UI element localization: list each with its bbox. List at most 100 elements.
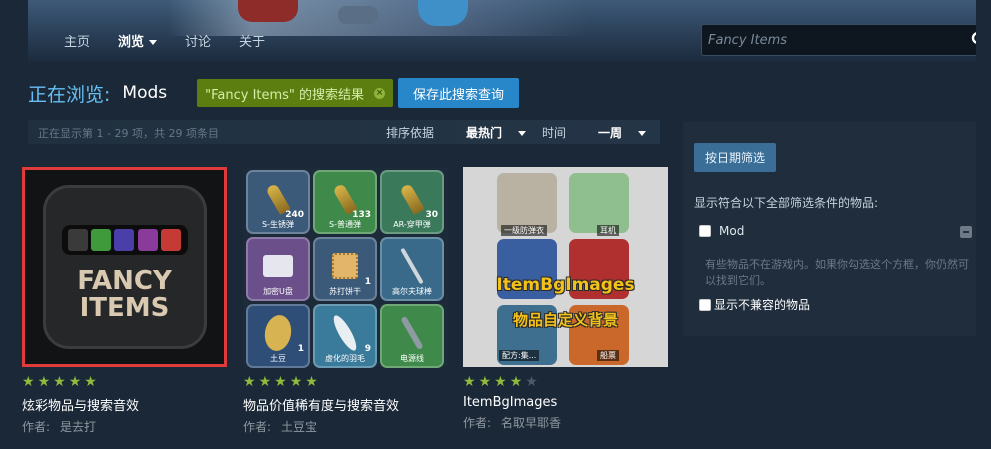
result-count: 正在显示第 1 - 29 项，共 29 项条目 — [38, 127, 219, 140]
slot-name: S-生锈弹 — [262, 220, 294, 229]
star-icon: ★ — [525, 374, 538, 390]
inventory-slot: 电源线 — [380, 304, 444, 368]
header-banner: 主页 浏览 讨论 关于 — [28, 0, 976, 62]
inventory-slot: 1 土豆 — [246, 304, 310, 368]
slot-name: 加密U盘 — [263, 287, 293, 296]
save-query-button[interactable]: 保存此搜索查询 — [398, 78, 520, 108]
inventory-slot: 240 S-生锈弹 — [246, 170, 310, 234]
feather-icon — [329, 312, 361, 354]
star-icon: ★ — [84, 374, 97, 390]
star-icon: ★ — [274, 374, 287, 390]
slot-name: 虚化的羽毛 — [325, 354, 365, 363]
nav-discussions[interactable]: 讨论 — [177, 27, 219, 54]
filter-note: 有些物品不在游戏内。如果你勾选这个方框，你仍然可以找到它们。 — [705, 258, 969, 287]
search-tag: "Fancy Items" 的搜索结果 × — [197, 79, 394, 107]
bullet-icon — [399, 183, 425, 215]
mod-checkbox[interactable] — [699, 225, 711, 237]
color-swatch — [91, 229, 112, 251]
slot-name: 苏打饼干 — [329, 287, 361, 296]
workshop-item[interactable]: 一级防弹衣 耳机 配方:集... 船票 ItemBgImages 物品自定义背景… — [463, 167, 668, 431]
nav-browse[interactable]: 浏览 — [110, 27, 165, 54]
rating-stars: ★ ★ ★ ★ ★ — [463, 375, 668, 389]
workshop-item[interactable]: 240 S-生锈弹 133 S-普通弹 30 AR-穿甲弹加密U盘 1 苏打饼干 高尔夫球棒 1 土… — [243, 167, 448, 435]
sort-dropdown[interactable]: 最热门 — [450, 124, 526, 141]
usb-icon — [260, 249, 297, 283]
slot-name: S-普通弹 — [329, 220, 361, 229]
inventory-slot: 30 AR-穿甲弹 — [380, 170, 444, 234]
search-tag-label: "Fancy Items" 的搜索结果 — [205, 87, 365, 103]
banner-shape — [418, 0, 468, 26]
author-name[interactable]: 是去打 — [60, 420, 96, 434]
star-icon: ★ — [243, 374, 256, 390]
item-thumbnail[interactable]: FANCY ITEMS — [22, 167, 227, 367]
inventory-slot: 高尔夫球棒 — [380, 237, 444, 301]
golf-club-icon — [400, 247, 424, 285]
chevron-down-icon — [638, 131, 646, 136]
star-icon: ★ — [68, 374, 82, 390]
star-icon: ★ — [305, 374, 318, 390]
nav-about[interactable]: 关于 — [231, 27, 273, 54]
author-label: 作者: — [22, 420, 51, 434]
star-icon: ★ — [22, 374, 35, 390]
incompatible-label: 显示不兼容的物品 — [714, 298, 811, 312]
author-name[interactable]: 土豆宝 — [281, 420, 317, 434]
filter-panel: 按日期筛选 显示符合以下全部筛选条件的物品: Mod 有些物品不在游戏内。如果你… — [683, 122, 976, 336]
remove-tag-icon[interactable]: × — [374, 87, 386, 99]
sort-bar: 正在显示第 1 - 29 项，共 29 项条目 排序依据 最热门 时间 一周 — [28, 120, 660, 144]
inventory-slot: 加密U盘 — [246, 237, 310, 301]
sort-value: 最热门 — [465, 126, 502, 140]
star-icon: ★ — [258, 374, 272, 390]
item-cell — [497, 173, 557, 233]
item-title[interactable]: 物品价值稀有度与搜索音效 — [243, 395, 448, 414]
cell-label: 耳机 — [597, 225, 619, 236]
banner-shape — [238, 0, 298, 22]
inventory-slot: 133 S-普通弹 — [313, 170, 377, 234]
logo-text: FANCY ITEMS — [46, 268, 204, 322]
item-author: 作者: 名取早耶香 — [463, 414, 668, 431]
author-label: 作者: — [243, 420, 272, 434]
search-box — [701, 24, 976, 56]
cell-label: 船票 — [597, 350, 619, 361]
time-dropdown[interactable]: 一周 — [582, 124, 646, 141]
inventory-slot: 1 苏打饼干 — [313, 237, 377, 301]
date-filter-button[interactable]: 按日期筛选 — [694, 143, 777, 172]
color-swatch — [114, 229, 135, 251]
color-swatch — [160, 229, 181, 251]
color-swatch — [68, 229, 89, 251]
author-name[interactable]: 名取早耶香 — [501, 416, 561, 430]
star-icon: ★ — [463, 374, 476, 390]
browse-label: 正在浏览: — [28, 83, 111, 106]
time-label: 时间 — [541, 126, 566, 140]
cable-icon — [400, 315, 424, 351]
thumb-subtitle: 物品自定义背景 — [512, 311, 618, 329]
workshop-item[interactable]: FANCY ITEMS ★ ★ ★ ★ ★ 炫彩物品与搜索音效 作者: 是去打 — [22, 167, 227, 435]
item-cell — [569, 173, 629, 233]
star-icon: ★ — [289, 374, 303, 390]
search-icon[interactable] — [971, 31, 976, 49]
star-icon: ★ — [478, 374, 492, 390]
star-icon: ★ — [37, 374, 51, 390]
search-input[interactable] — [702, 25, 962, 55]
cracker-icon — [327, 248, 363, 284]
nav-browse-label: 浏览 — [118, 34, 145, 50]
potato-icon — [258, 311, 299, 355]
logo-text-line: ITEMS — [79, 293, 170, 323]
slot-name: 土豆 — [270, 354, 286, 363]
slot-name: 电源线 — [400, 354, 424, 363]
incompatible-filter: 显示不兼容的物品 — [699, 296, 810, 313]
item-thumbnail[interactable]: 240 S-生锈弹 133 S-普通弹 30 AR-穿甲弹加密U盘 1 苏打饼干 高尔夫球棒 1 土… — [243, 167, 448, 368]
slot-name: AR-穿甲弹 — [393, 220, 431, 229]
nav-home[interactable]: 主页 — [56, 27, 98, 54]
item-thumbnail[interactable]: 一级防弹衣 耳机 配方:集... 船票 ItemBgImages 物品自定义背景 — [463, 167, 668, 367]
workshop-nav: 主页 浏览 讨论 关于 — [56, 20, 285, 60]
item-title[interactable]: ItemBgImages — [463, 395, 668, 410]
star-icon: ★ — [494, 374, 507, 390]
collapse-icon[interactable] — [960, 226, 972, 238]
author-label: 作者: — [463, 416, 492, 430]
browse-category: Mods — [122, 83, 168, 103]
incompatible-checkbox[interactable] — [699, 298, 711, 311]
banner-shape — [338, 6, 378, 24]
item-title[interactable]: 炫彩物品与搜索音效 — [22, 395, 227, 414]
thumb-title: ItemBgImages — [496, 275, 635, 295]
sort-label: 排序依据 — [385, 126, 434, 140]
